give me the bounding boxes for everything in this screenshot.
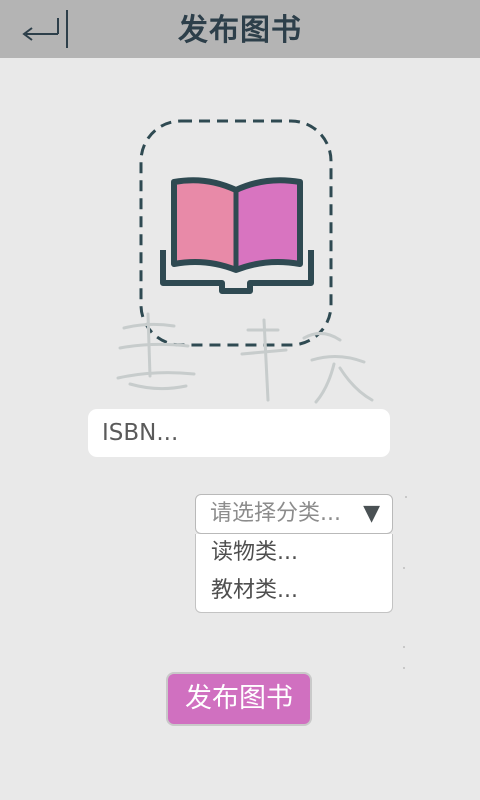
isbn-input[interactable] bbox=[88, 409, 390, 457]
category-option-reading[interactable]: 读物类... bbox=[196, 534, 392, 572]
handwriting-watermark bbox=[116, 312, 374, 404]
category-dropdown-list: 读物类... 教材类... bbox=[195, 534, 393, 613]
dropdown-arrow-icon: ▼ bbox=[363, 501, 380, 526]
publish-book-button[interactable]: 发布图书 bbox=[166, 672, 312, 726]
category-select[interactable]: 请选择分类... ▼ bbox=[195, 494, 393, 534]
speck bbox=[403, 567, 405, 569]
page-title: 发布图书 bbox=[178, 13, 302, 48]
speck bbox=[403, 646, 405, 648]
speck bbox=[405, 496, 407, 498]
category-option-textbook[interactable]: 教材类... bbox=[196, 572, 392, 610]
category-select-value: 请选择分类... bbox=[210, 501, 341, 526]
speck bbox=[403, 667, 405, 669]
top-bar: 发布图书 bbox=[0, 0, 480, 58]
